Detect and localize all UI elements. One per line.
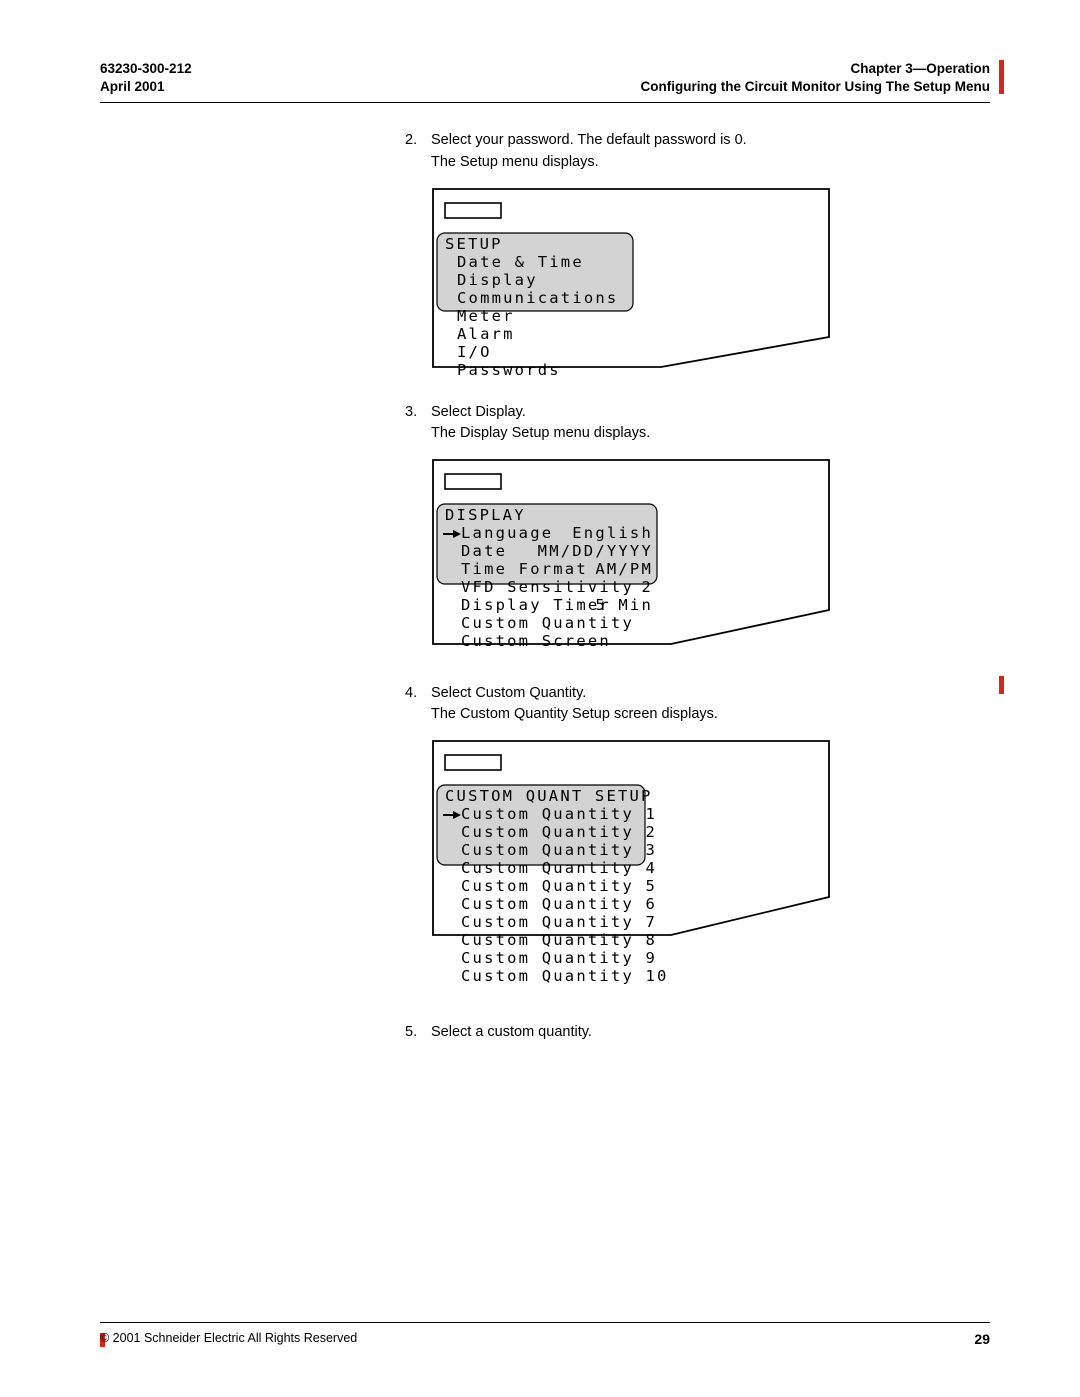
step-text: The Setup menu displays. [431, 153, 747, 173]
revision-bar [999, 676, 1004, 694]
lcd-title: DISPLAY [445, 506, 526, 524]
lcd-item: Custom Quantity 8 [461, 931, 657, 949]
lcd-custom-quant-screen: CUSTOM QUANT SETUP Custom Quantity 1 Cus… [431, 739, 831, 1007]
lcd-display-screen: DISPLAY Language English Date MM/DD/YYYY… [431, 458, 831, 678]
lcd-title: CUSTOM QUANT SETUP [445, 787, 653, 805]
lcd-row-label: VFD Sensitivity [461, 578, 634, 596]
lcd-row-label: Custom Screen [461, 632, 611, 650]
body: 2. Select your password. The default pas… [405, 131, 990, 1042]
lcd-row-value: 2 [641, 578, 653, 596]
page-footer: © 2001 Schneider Electric All Rights Res… [100, 1322, 990, 1347]
lcd-item: Custom Quantity 2 [461, 823, 657, 841]
step-text: Select Custom Quantity. [431, 685, 586, 701]
lcd-item: Display [457, 271, 538, 289]
lcd-item: Custom Quantity 10 [461, 967, 669, 985]
page: 63230-300-212 April 2001 Chapter 3—Opera… [0, 0, 1080, 1397]
copyright: © 2001 Schneider Electric All Rights Res… [100, 1331, 357, 1347]
step-number: 3. [405, 403, 431, 444]
revision-bar [999, 60, 1004, 94]
page-number: 29 [974, 1331, 990, 1347]
step-4: 4. Select Custom Quantity. The Custom Qu… [405, 684, 990, 725]
lcd-item: Custom Quantity 7 [461, 913, 657, 931]
lcd-item: Custom Quantity 1 [461, 805, 657, 823]
step-5: 5. Select a custom quantity. [405, 1023, 990, 1043]
step-2: 2. Select your password. The default pas… [405, 131, 990, 172]
step-number: 2. [405, 131, 431, 172]
lcd-row-value: AM/PM [595, 560, 653, 578]
section-title: Configuring the Circuit Monitor Using Th… [641, 78, 990, 96]
step-text: Select Display. [431, 404, 526, 420]
step-text: Select a custom quantity. [431, 1024, 592, 1040]
lcd-row-value: MM/DD/YYYY [538, 542, 653, 560]
step-3: 3. Select Display. The Display Setup men… [405, 403, 990, 444]
doc-number: 63230-300-212 [100, 60, 192, 78]
lcd-item: Custom Quantity 3 [461, 841, 657, 859]
lcd-item: Custom Quantity 9 [461, 949, 657, 967]
lcd-item: Meter [457, 307, 515, 325]
step-text: The Custom Quantity Setup screen display… [431, 705, 718, 725]
lcd-item: Custom Quantity 5 [461, 877, 657, 895]
chapter-title: Chapter 3—Operation [641, 60, 990, 78]
lcd-row-label: Date [461, 542, 507, 560]
lcd-item: Passwords [457, 361, 561, 379]
lcd-item: Custom Quantity 6 [461, 895, 657, 913]
lcd-row-value: 5 Min [595, 596, 653, 614]
lcd-item: Communications [457, 289, 618, 307]
step-text: The Display Setup menu displays. [431, 424, 650, 444]
lcd-item: Custom Quantity 4 [461, 859, 657, 877]
step-number: 4. [405, 684, 431, 725]
doc-date: April 2001 [100, 78, 192, 96]
lcd-item: Date & Time [457, 253, 584, 271]
step-number: 5. [405, 1023, 431, 1043]
lcd-row-value: English [572, 524, 653, 542]
lcd-row-label: Language [461, 524, 553, 542]
lcd-row-label: Display Timer [461, 596, 611, 614]
lcd-item: I/O [457, 343, 492, 361]
lcd-item: Alarm [457, 325, 515, 343]
lcd-title: SETUP [445, 235, 503, 253]
lcd-setup-screen: SETUP Date & Time Display Communications… [431, 187, 831, 397]
lcd-row-label: Time Format [461, 560, 588, 578]
page-header: 63230-300-212 April 2001 Chapter 3—Opera… [100, 60, 990, 103]
lcd-row-label: Custom Quantity [461, 614, 634, 632]
step-text: Select your password. The default passwo… [431, 132, 747, 148]
